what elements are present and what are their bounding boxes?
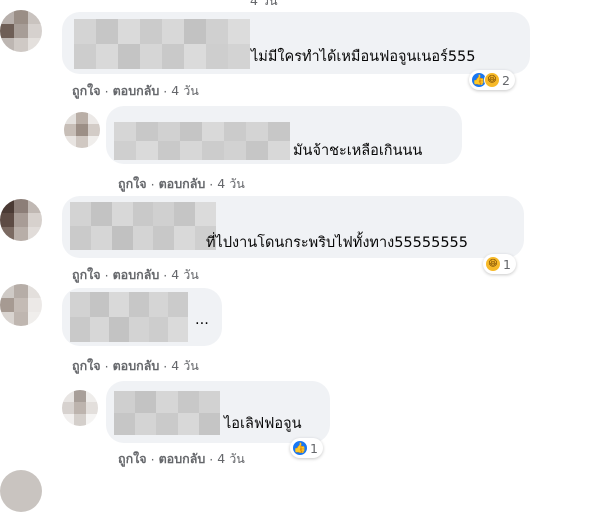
reaction-summary[interactable]: 👍 😆 2 xyxy=(469,70,515,90)
like-link[interactable]: ถูกใจ xyxy=(118,449,147,469)
separator: · xyxy=(163,267,168,283)
reply-link[interactable]: ตอบกลับ xyxy=(113,265,160,285)
commenter-name-blurred[interactable] xyxy=(70,202,216,250)
commenter-name-blurred[interactable] xyxy=(114,122,290,160)
separator: · xyxy=(163,83,168,99)
haha-icon: 😆 xyxy=(484,72,500,88)
comment-time[interactable]: 4 วัน xyxy=(171,265,199,285)
comment-time[interactable]: 4 วัน xyxy=(171,356,199,376)
separator: · xyxy=(209,176,214,192)
comment-text: ไม่มีใครทำได้เหมือนฟอจูนเนอร์555 xyxy=(251,49,476,65)
like-link[interactable]: ถูกใจ xyxy=(118,174,147,194)
like-icon: 👍 xyxy=(292,440,308,456)
reaction-count: 1 xyxy=(503,256,511,272)
avatar-partial[interactable] xyxy=(0,470,42,512)
separator: · xyxy=(209,451,214,467)
commenter-name-blurred[interactable] xyxy=(74,19,250,69)
reaction-count: 2 xyxy=(502,72,510,88)
top-time-fragment: 4 วัน xyxy=(250,0,278,8)
avatar[interactable] xyxy=(62,390,98,426)
separator: · xyxy=(104,358,109,374)
comment-text: ... xyxy=(195,312,209,328)
commenter-name-blurred[interactable] xyxy=(70,292,188,342)
commenter-name-blurred[interactable] xyxy=(114,391,220,435)
like-link[interactable]: ถูกใจ xyxy=(72,356,101,376)
reply-link[interactable]: ตอบกลับ xyxy=(159,449,206,469)
haha-icon: 😆 xyxy=(485,256,501,272)
reaction-summary[interactable]: 👍 1 xyxy=(290,438,323,458)
reply-link[interactable]: ตอบกลับ xyxy=(113,356,160,376)
separator: · xyxy=(104,83,109,99)
reply-link[interactable]: ตอบกลับ xyxy=(113,81,160,101)
avatar[interactable] xyxy=(64,112,100,148)
comment-text: ไอเลิฟฟอจูน xyxy=(224,416,302,432)
reply-link[interactable]: ตอบกลับ xyxy=(159,174,206,194)
like-link[interactable]: ถูกใจ xyxy=(72,81,101,101)
comment-time[interactable]: 4 วัน xyxy=(217,174,245,194)
separator: · xyxy=(104,267,109,283)
avatar[interactable] xyxy=(0,284,42,326)
separator: · xyxy=(150,451,155,467)
reaction-count: 1 xyxy=(310,440,318,456)
comment-text: มันจ้าชะเหลือเกินนน xyxy=(293,143,423,159)
like-link[interactable]: ถูกใจ xyxy=(72,265,101,285)
reaction-summary[interactable]: 😆 1 xyxy=(483,254,516,274)
avatar[interactable] xyxy=(0,10,42,52)
separator: · xyxy=(163,358,168,374)
comment-time[interactable]: 4 วัน xyxy=(171,81,199,101)
comment-text: ที่ไปงานโดนกระพริบไฟทั้งทาง55555555 xyxy=(206,235,468,251)
separator: · xyxy=(150,176,155,192)
avatar[interactable] xyxy=(0,199,42,241)
comment-time[interactable]: 4 วัน xyxy=(217,449,245,469)
